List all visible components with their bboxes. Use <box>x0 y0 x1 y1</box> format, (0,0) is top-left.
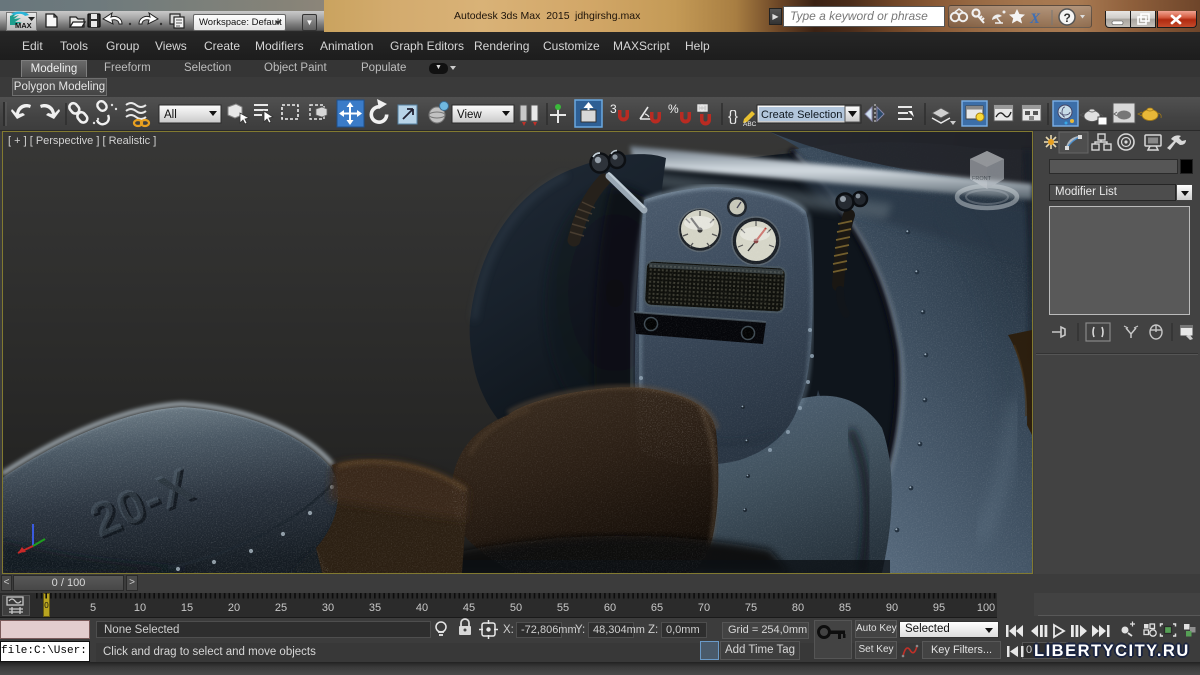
svg-text:3: 3 <box>610 102 617 116</box>
svg-text:Create Selection Se: Create Selection Se <box>761 109 859 121</box>
svg-text:FRONT: FRONT <box>972 176 992 182</box>
svg-text:MAX: MAX <box>15 21 32 30</box>
svg-text:X: X <box>1029 11 1041 27</box>
svg-text:{}: {} <box>728 108 738 125</box>
svg-text:ABC: ABC <box>743 121 757 128</box>
svg-text:View: View <box>457 109 482 121</box>
svg-text:All: All <box>164 109 177 121</box>
svg-text:?: ? <box>1064 11 1071 25</box>
svg-text:%: % <box>668 102 679 116</box>
